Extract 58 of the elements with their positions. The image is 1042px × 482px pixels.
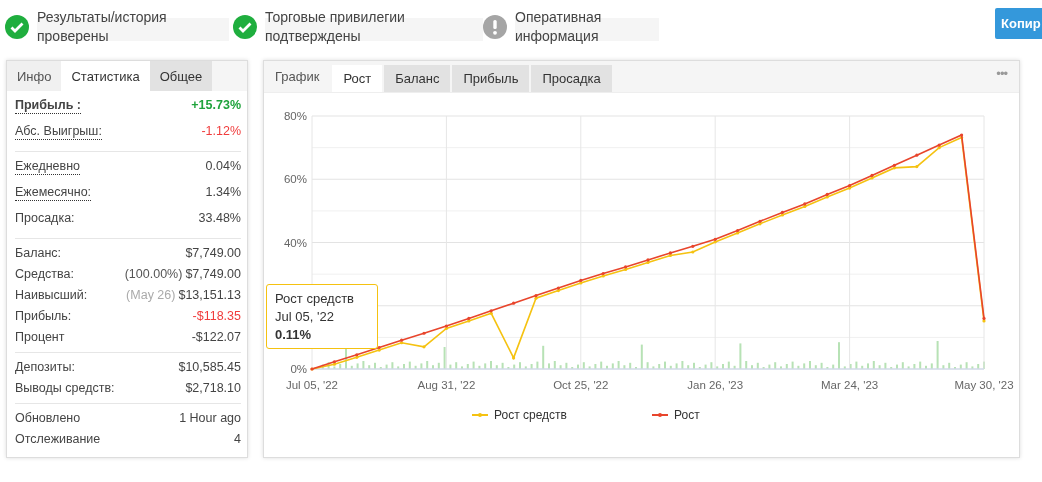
- stat-value: 4: [234, 432, 241, 446]
- stat-label: Наивысший:: [15, 287, 88, 304]
- chart-tab[interactable]: Баланс: [384, 65, 451, 92]
- stat-value: -$122.07: [191, 330, 241, 344]
- check-icon: [5, 15, 29, 39]
- stat-label: Средства:: [15, 266, 74, 283]
- stat-note: (100.00%): [124, 267, 183, 281]
- stat-note: (May 26): [126, 288, 176, 302]
- stat-value: 0.04%: [205, 159, 241, 173]
- stat-label: Процент: [15, 329, 65, 346]
- stat-label: Выводы средств:: [15, 380, 115, 397]
- y-axis-label: 80%: [283, 110, 307, 122]
- stat-value: $13,151.13: [178, 288, 241, 302]
- x-axis-label: Mar 24, '23: [821, 379, 879, 391]
- stat-value: $2,718.10: [185, 381, 241, 395]
- legend-marker-icon: [471, 413, 489, 417]
- stat-label: Обновлено: [15, 410, 81, 427]
- stats-tab[interactable]: Инфо: [7, 61, 62, 91]
- stat-value: $7,749.00: [185, 246, 241, 260]
- y-axis-label: 40%: [283, 236, 307, 249]
- x-axis-label: Oct 25, '22: [553, 379, 609, 391]
- stat-label: Прибыль :: [15, 98, 81, 114]
- stat-value: 1.34%: [205, 185, 241, 199]
- chart-tab[interactable]: Прибыль: [452, 65, 530, 92]
- x-axis-label: Jan 26, '23: [687, 379, 744, 391]
- stat-label: Депозиты:: [15, 359, 75, 376]
- check-icon: [233, 15, 257, 39]
- x-axis-label: Aug 31, '22: [417, 379, 476, 391]
- stat-value: $7,749.00: [185, 267, 241, 281]
- stat-label: Абс. Выигрыш:: [15, 124, 102, 140]
- stat-label: Отслеживание: [15, 431, 101, 448]
- x-axis-label: May 30, '23: [954, 379, 1014, 391]
- verification-label: Результаты/история проверены: [37, 8, 229, 46]
- stat-label: Прибыль:: [15, 308, 72, 325]
- x-axis-label: Jul 05, '22: [285, 379, 339, 391]
- tooltip-value: 0.11%: [275, 327, 313, 342]
- chart-tab[interactable]: Рост: [332, 65, 383, 92]
- tooltip-title: Рост средств: [275, 291, 355, 306]
- stat-label: Ежедневно: [15, 159, 81, 175]
- stat-value: $10,585.45: [178, 360, 241, 374]
- legend-label[interactable]: Рост: [674, 408, 700, 422]
- exclamation-icon: [483, 15, 507, 39]
- stats-tab[interactable]: Статистика: [61, 61, 150, 91]
- y-axis-label: 0%: [290, 363, 307, 375]
- chart-tab[interactable]: Просадка: [531, 65, 612, 92]
- stat-value: -$118.35: [192, 309, 241, 323]
- stat-value: 33.48%: [198, 211, 241, 225]
- tooltip-date: Jul 05, '22: [275, 309, 335, 324]
- stat-value: +15.73%: [191, 98, 241, 112]
- stat-value: 1 Hour ago: [179, 411, 241, 425]
- y-axis-label: 60%: [283, 173, 307, 186]
- stats-tab[interactable]: Общее: [149, 61, 213, 91]
- legend-marker-icon: [651, 413, 669, 417]
- stat-label: Просадка:: [15, 210, 75, 227]
- stat-label: Баланс:: [15, 245, 62, 262]
- legend-label[interactable]: Рост средств: [494, 408, 567, 422]
- stat-label: Ежемесячно:: [15, 185, 92, 201]
- stat-value: -1.12%: [201, 124, 241, 138]
